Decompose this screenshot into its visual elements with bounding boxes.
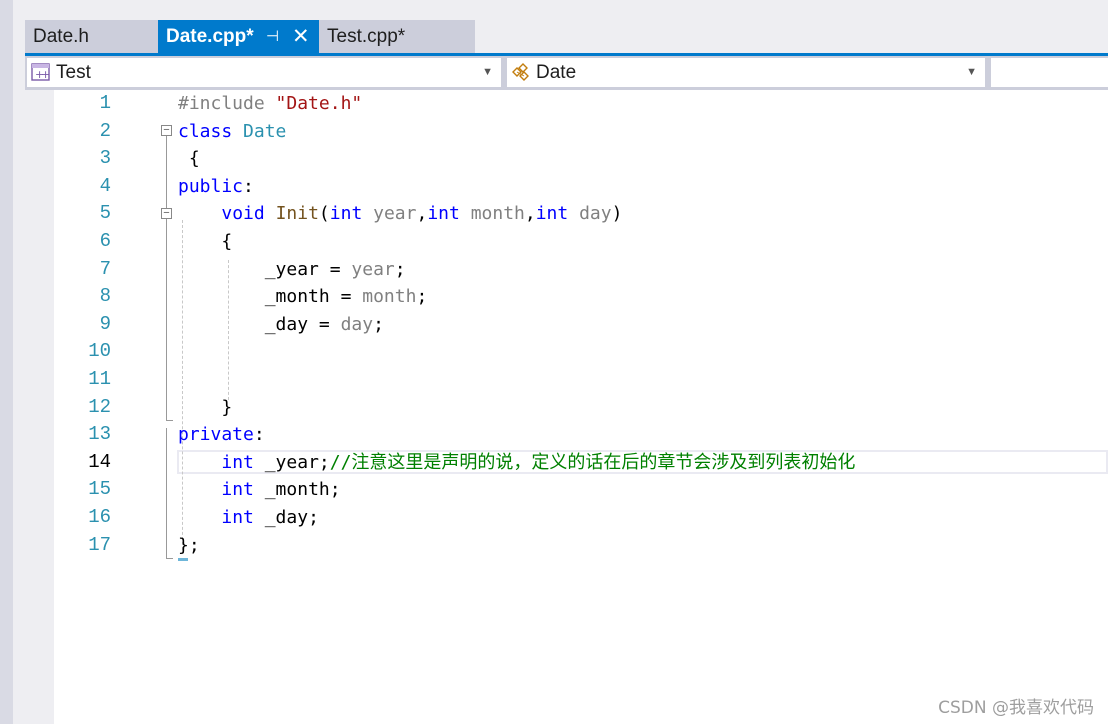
pin-icon[interactable]: ⊣ (266, 20, 279, 53)
svg-text:+: + (41, 68, 50, 81)
line-number: 5 (99, 202, 111, 225)
line-number: 15 (88, 478, 111, 501)
class-icon (512, 63, 529, 81)
project-icon: + + (31, 63, 50, 81)
code-line: 2 class Date (54, 118, 1108, 146)
code-line: 11 (54, 366, 1108, 394)
line-number: 17 (88, 533, 111, 556)
indicator-margin (25, 90, 54, 724)
code-line: 13 private: (54, 421, 1108, 449)
scope-dropdown[interactable]: + + Test ▼ (27, 58, 501, 87)
dropdown-arrow-icon: ▼ (966, 66, 977, 78)
line-number: 1 (99, 92, 111, 114)
line-number: 4 (99, 174, 111, 197)
line-number: 11 (88, 368, 111, 390)
code-line-current: 14 int _year;//注意这里是声明的说，定义的话在后的章节会涉及到列表… (54, 449, 1108, 477)
close-icon[interactable]: ✕ (292, 20, 310, 53)
code-line: 8 _month = month; (54, 283, 1108, 311)
code-line: 6 { (54, 228, 1108, 256)
line-number: 6 (99, 230, 111, 252)
code-line: 4 public: (54, 173, 1108, 201)
left-toolbar-strip (0, 0, 13, 724)
code-line: 16 int _day; (54, 504, 1108, 532)
line-number: 14 (88, 450, 111, 473)
line-number: 8 (99, 285, 111, 308)
line-number: 3 (99, 147, 111, 170)
left-padding (13, 0, 25, 724)
code-line: 17 }; (54, 532, 1108, 560)
member-dropdown[interactable] (991, 58, 1108, 87)
code-line: 9 _day = day; (54, 311, 1108, 339)
dropdown-arrow-icon: ▼ (482, 66, 493, 78)
line-number: 10 (88, 340, 111, 363)
line-number: 9 (99, 312, 111, 335)
code-line: 1 #include "Date.h" (54, 90, 1108, 118)
type-value: Date (536, 62, 577, 83)
watermark: CSDN @我喜欢代码 (938, 698, 1094, 718)
code-line: 15 int _month; (54, 476, 1108, 504)
tab-label: Date.h (33, 26, 89, 47)
line-number: 13 (88, 423, 111, 446)
tab-date-cpp[interactable]: Date.cpp* ⊣ ✕ (158, 20, 319, 53)
line-number: 2 (99, 119, 111, 142)
line-number: 16 (88, 506, 111, 528)
code-line: 7 _year = year; (54, 256, 1108, 284)
code-line: 3 { (54, 145, 1108, 173)
tab-label: Test.cpp* (327, 26, 406, 47)
code-editor[interactable]: − − 1 #include "Date.h" 2 class Date 3 {… (25, 90, 1108, 724)
tab-test-cpp[interactable]: Test.cpp* (319, 20, 475, 53)
type-dropdown[interactable]: Date ▼ (507, 58, 985, 87)
tab-date-h[interactable]: Date.h (25, 20, 158, 53)
scope-value: Test (56, 62, 91, 83)
code-line: 10 (54, 338, 1108, 366)
code-line: 12 } (54, 394, 1108, 422)
navigation-bar: + + Test ▼ Date ▼ (25, 56, 1108, 90)
line-number: 12 (88, 395, 111, 418)
code-line: 5 void Init(int year,int month,int day) (54, 200, 1108, 228)
line-number: 7 (99, 257, 111, 280)
tab-label: Date.cpp* (166, 26, 254, 47)
document-tab-bar: Date.h Date.cpp* ⊣ ✕ Test.cpp* (25, 20, 1108, 53)
